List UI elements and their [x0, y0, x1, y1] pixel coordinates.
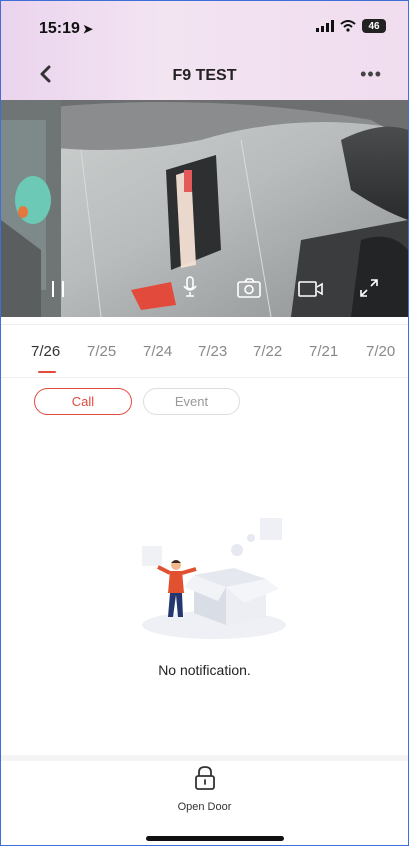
event-filter-button[interactable]: Event	[143, 388, 240, 415]
empty-state-illustration	[134, 513, 294, 643]
tab-date-4[interactable]: 7/22	[253, 343, 282, 360]
tab-date-5[interactable]: 7/21	[309, 343, 338, 360]
microphone-button[interactable]	[182, 276, 198, 303]
status-time: 15:19 ➤	[39, 20, 93, 38]
location-arrow-icon: ➤	[82, 22, 93, 36]
empty-state-message: No notification.	[158, 662, 251, 678]
battery-level: 46	[368, 20, 380, 32]
tab-date-6[interactable]: 7/20	[366, 343, 395, 360]
empty-box-illustration	[142, 518, 286, 639]
page-title: F9 TEST	[172, 67, 237, 84]
home-indicator	[146, 836, 284, 841]
record-button[interactable]	[298, 280, 324, 303]
open-door-label[interactable]: Open Door	[1, 801, 408, 813]
battery-icon: 46	[362, 19, 386, 33]
microphone-icon	[183, 276, 197, 297]
active-tab-indicator	[38, 371, 56, 373]
call-filter-label: Call	[71, 394, 95, 409]
status-icons: 46	[316, 19, 386, 33]
live-video-view[interactable]	[1, 100, 408, 317]
status-time-text: 15:19	[39, 20, 80, 37]
tab-date-2[interactable]: 7/24	[143, 343, 172, 360]
tab-date-0[interactable]: 7/26	[31, 343, 60, 360]
tab-date-3[interactable]: 7/23	[198, 343, 227, 360]
camera-icon	[237, 278, 261, 298]
open-door-lock-icon[interactable]	[193, 765, 217, 791]
call-filter-button[interactable]: Call	[34, 388, 132, 415]
more-options-icon[interactable]: •••	[360, 65, 382, 83]
pause-icon	[52, 281, 64, 297]
tab-date-1[interactable]: 7/25	[87, 343, 116, 360]
snapshot-button[interactable]	[237, 278, 261, 303]
date-tabs: 7/26 7/25 7/24 7/23 7/22 7/21 7/20	[1, 324, 408, 378]
fullscreen-button[interactable]	[359, 278, 379, 303]
video-record-icon	[298, 281, 323, 297]
cellular-signal-icon	[316, 20, 334, 32]
header-bar: 15:19 ➤ 46 F9 TEST •••	[1, 1, 408, 100]
event-filter-label: Event	[174, 394, 209, 409]
wifi-icon	[340, 20, 356, 32]
app-frame: 15:19 ➤ 46 F9 TEST ••• 7/26 7/25 7/24 7/…	[0, 0, 409, 846]
expand-icon	[360, 279, 378, 297]
pause-button[interactable]	[51, 280, 65, 303]
